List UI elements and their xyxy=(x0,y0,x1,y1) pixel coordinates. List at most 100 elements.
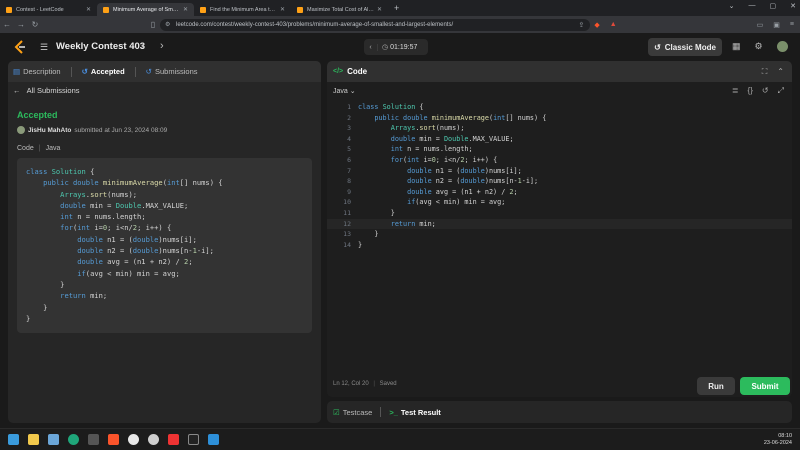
undo-arrow-icon: ↺ xyxy=(654,42,661,52)
tab-description[interactable]: ▤ Description xyxy=(13,67,61,76)
browser-tab-minimum-area[interactable]: Find the Minimum Area to Cover All Ones … xyxy=(194,3,291,16)
leetcode-logo-icon[interactable] xyxy=(13,40,27,54)
browser-tab-bar: Contest - LeetCode ✕ Minimum Average of … xyxy=(0,0,800,16)
all-submissions-link[interactable]: ← All Submissions xyxy=(13,86,80,95)
code-editor-text[interactable]: class Solution { public double minimumAv… xyxy=(358,102,546,250)
file-explorer-icon[interactable] xyxy=(28,434,39,445)
line-number: 13 xyxy=(343,230,351,239)
code-brackets-icon: </> xyxy=(333,68,344,75)
submitted-at: submitted at Jun 23, 2024 08:09 xyxy=(74,126,168,134)
expand-icon[interactable]: ⤢ xyxy=(778,86,784,96)
language-label: Java xyxy=(45,145,61,152)
classic-mode-label: Classic Mode xyxy=(664,42,716,52)
leetcode-app-icon[interactable] xyxy=(88,434,99,445)
notes-icon[interactable]: ≣ xyxy=(732,86,739,96)
user-avatar[interactable] xyxy=(776,41,788,52)
terminal-icon: >_ xyxy=(389,407,398,417)
timer-collapse-icon[interactable]: ‹ xyxy=(364,43,378,51)
browser-tab-contest[interactable]: Contest - LeetCode ✕ xyxy=(0,3,97,16)
edge-icon[interactable] xyxy=(68,434,79,445)
editor-status: Ln 12, Col 20 | Saved xyxy=(333,381,397,387)
tab-label: Testcase xyxy=(342,407,373,417)
line-number: 10 xyxy=(343,198,351,207)
divider: | xyxy=(373,381,375,387)
brave-shield-icon[interactable]: ◆ xyxy=(594,21,599,29)
next-problem-icon[interactable]: › xyxy=(160,40,164,52)
tab-search-icon[interactable]: ⌄ xyxy=(729,2,735,10)
window-controls: ⌄ — ▢ ✕ xyxy=(729,2,796,10)
menu-icon[interactable]: ≡ xyxy=(790,21,794,29)
bookmark-icon[interactable]: ▯ xyxy=(146,20,160,29)
format-braces-icon[interactable]: {} xyxy=(748,86,753,96)
url-bar[interactable]: ⚙ leetcode.com/contest/weekly-contest-40… xyxy=(160,18,590,31)
tab-submissions[interactable]: ↺ Submissions xyxy=(146,67,198,76)
share-icon[interactable]: ⇪ xyxy=(578,21,584,29)
brave-icon[interactable] xyxy=(108,434,119,445)
submission-author-row: JisHu MahAto submitted at Jun 23, 2024 0… xyxy=(17,126,167,134)
leetcode-favicon-icon xyxy=(6,6,12,13)
all-submissions-label: All Submissions xyxy=(26,86,80,95)
prev-problem-icon[interactable]: ‹ xyxy=(141,40,145,52)
editor-title: Code xyxy=(347,67,368,76)
divider: | xyxy=(38,145,41,152)
line-number: 5 xyxy=(347,145,351,154)
brave-rewards-icon[interactable]: ▲ xyxy=(610,21,617,29)
language-selector[interactable]: Java ⌄ xyxy=(333,87,356,95)
chevron-down-icon: ⌄ xyxy=(349,88,356,95)
tab-test-result[interactable]: >_ Test Result xyxy=(389,408,440,417)
submissions-icon: ↺ xyxy=(145,67,152,76)
windows-start-icon[interactable] xyxy=(8,434,19,445)
editor-header: </> Code xyxy=(327,61,792,82)
close-window-icon[interactable]: ✕ xyxy=(790,2,796,10)
layout-grid-icon[interactable]: ▦ xyxy=(732,41,741,52)
classic-mode-button[interactable]: ↺ Classic Mode xyxy=(648,38,722,56)
sidebar-icon[interactable]: ▭ xyxy=(757,21,764,29)
saved-status: Saved xyxy=(379,381,397,387)
clock-date: 23-06-2024 xyxy=(763,440,792,446)
wallet-icon[interactable]: ▣ xyxy=(773,21,780,29)
close-tab-icon[interactable]: ✕ xyxy=(377,6,382,13)
submission-status: Accepted xyxy=(17,110,58,120)
tab-title: Minimum Average of Smallest and Largest … xyxy=(113,6,180,13)
submit-button[interactable]: Submit xyxy=(740,377,790,395)
tab-accepted[interactable]: ↺ Accepted xyxy=(82,67,125,76)
maximize-icon[interactable]: ▢ xyxy=(770,2,777,10)
site-info-icon[interactable]: ⚙ xyxy=(165,21,170,28)
chatgpt-icon[interactable] xyxy=(148,434,159,445)
minimize-icon[interactable]: — xyxy=(749,2,756,10)
vscode-icon[interactable] xyxy=(208,434,219,445)
clock-icon: ◷ xyxy=(382,44,389,51)
ide-icon[interactable] xyxy=(188,434,199,445)
new-tab-icon[interactable]: + xyxy=(394,3,399,13)
fullscreen-icon[interactable]: ⛶ xyxy=(762,67,768,77)
back-icon[interactable]: ← xyxy=(0,20,14,29)
run-button[interactable]: Run xyxy=(697,377,735,395)
reload-icon[interactable]: ↻ xyxy=(28,20,42,29)
contest-timer: ‹ ◷ 01:19:57 xyxy=(364,39,428,55)
system-clock[interactable]: 08:10 23-06-2024 xyxy=(764,433,792,447)
photos-icon[interactable] xyxy=(48,434,59,445)
history-icon: ↺ xyxy=(81,67,88,76)
settings-gear-icon[interactable]: ⚙ xyxy=(755,41,763,52)
collapse-icon[interactable]: ⌃ xyxy=(777,67,784,77)
close-tab-icon[interactable]: ✕ xyxy=(280,6,285,13)
contest-title[interactable]: Weekly Contest 403 xyxy=(56,41,145,52)
browser-tab-maximize-cost[interactable]: Maximize Total Cost of Alternating Subar… xyxy=(291,3,388,16)
chrome-icon[interactable] xyxy=(128,434,139,445)
clock-time: 08:10 xyxy=(778,433,792,439)
youtube-icon[interactable] xyxy=(168,434,179,445)
line-number: 6 xyxy=(347,155,351,164)
reset-icon[interactable]: ↺ xyxy=(762,86,769,96)
tab-testcase[interactable]: ☑ Testcase xyxy=(333,408,372,417)
close-tab-icon[interactable]: ✕ xyxy=(86,6,91,13)
author-name[interactable]: JisHu MahAto xyxy=(28,127,71,134)
editor-header-actions: ⛶ ⌃ xyxy=(762,67,784,77)
tab-divider xyxy=(70,66,72,77)
browser-tab-minimum-average[interactable]: Minimum Average of Smallest and Largest … xyxy=(97,3,194,16)
problem-list-icon[interactable]: ☰ xyxy=(40,42,48,53)
forward-icon[interactable]: → xyxy=(14,20,28,29)
line-number: 7 xyxy=(347,166,351,175)
close-tab-icon[interactable]: ✕ xyxy=(183,6,188,13)
testcase-panel-tabs: ☑ Testcase >_ Test Result xyxy=(327,401,792,423)
left-panel-tabs: ▤ Description ↺ Accepted ↺ Submissions xyxy=(8,61,321,82)
